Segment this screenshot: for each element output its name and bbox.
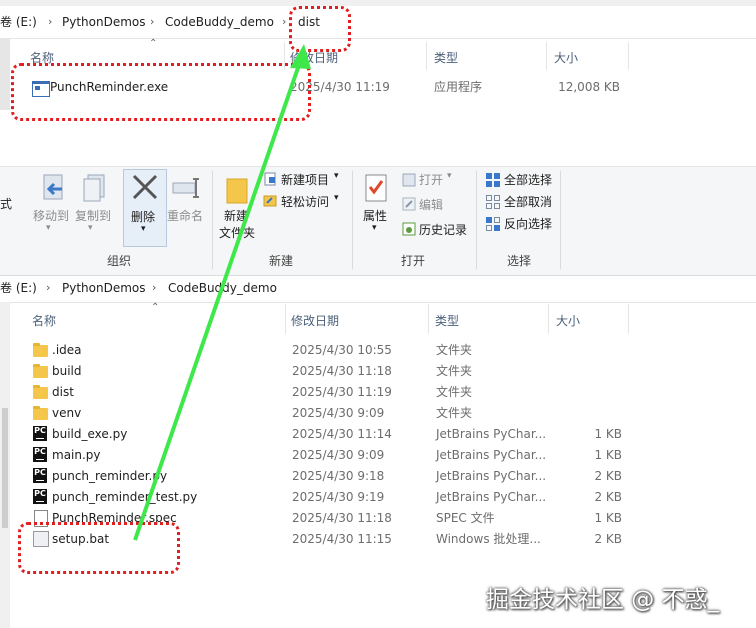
arrow-head-icon: [290, 44, 311, 69]
arrow-overlay: [133, 44, 311, 541]
watermark: 掘金技术社区 @ 不惑_: [486, 587, 720, 613]
arrow-line: [133, 61, 302, 541]
